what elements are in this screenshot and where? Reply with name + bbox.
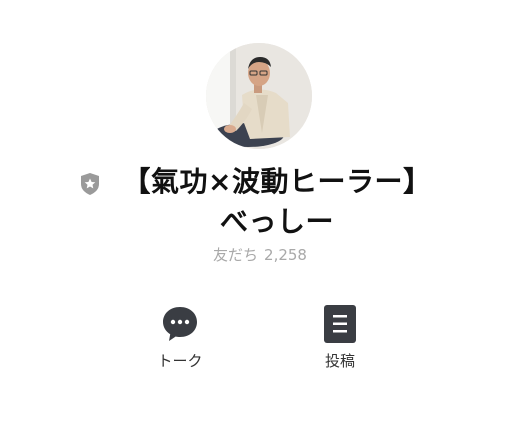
profile-photo (206, 43, 312, 149)
posts-button[interactable]: 投稿 (295, 304, 385, 371)
friends-count-row: 友だち 2,258 (0, 244, 520, 265)
avatar[interactable] (206, 43, 312, 149)
chat-bubble-icon (135, 304, 225, 344)
profile-header: 【氣功×波動ヒーラー】べっしー 友だち 2,258 トーク 投稿 (0, 0, 520, 424)
friends-count: 2,258 (264, 246, 307, 264)
friends-label: 友だち (213, 246, 259, 264)
posts-label: 投稿 (324, 352, 355, 370)
document-icon (295, 304, 385, 344)
talk-button[interactable]: トーク (135, 304, 225, 371)
talk-label: トーク (157, 352, 203, 370)
shield-star-icon (79, 172, 101, 196)
profile-name: 【氣功×波動ヒーラー】べっしー (122, 165, 432, 238)
